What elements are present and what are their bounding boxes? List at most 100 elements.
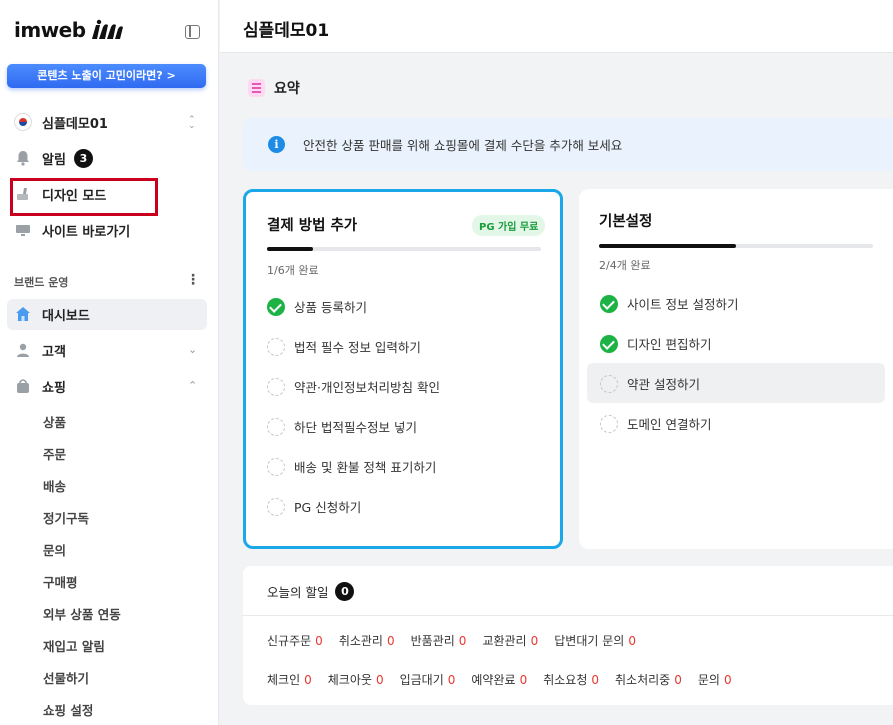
todo-pending-inquiries[interactable]: 답변대기 문의 0 [554, 632, 636, 649]
sidebar-sub-restock-alert[interactable]: 재입고 알림 [43, 636, 105, 655]
todo-divider [243, 615, 893, 616]
site-selector[interactable]: 심플데모01 [14, 110, 108, 134]
check-pending-icon [267, 337, 285, 356]
todo-inquiry[interactable]: 문의 0 [698, 671, 732, 688]
summary-title: 요약 [274, 81, 300, 97]
updown-chevron-icon[interactable]: ⌃ ⌄ [188, 116, 196, 131]
task-label: 하단 법적필수정보 넣기 [294, 420, 417, 435]
logo-mark-icon [91, 19, 123, 39]
task-item[interactable]: 하단 법적필수정보 넣기 [267, 417, 417, 436]
todo-cancel-processing[interactable]: 취소처리중 0 [615, 671, 682, 688]
payment-notice[interactable]: i 안전한 상품 판매를 위해 쇼핑몰에 결제 수단을 추가해 보세요 [243, 118, 893, 171]
payment-progress-bar [267, 247, 541, 251]
todo-check-out[interactable]: 체크아웃 0 [328, 671, 384, 688]
section-label-brand: 브랜드 운영 [14, 276, 69, 289]
sidebar-sub-products[interactable]: 상품 [43, 412, 66, 431]
check-done-icon [267, 297, 285, 316]
check-done-icon [600, 334, 618, 353]
todo-check-in[interactable]: 체크인 0 [267, 671, 312, 688]
task-item[interactable]: 상품 등록하기 [267, 297, 367, 316]
sidebar-item-customers[interactable]: 고객 [14, 338, 66, 362]
todo-reservation-complete[interactable]: 예약완료 0 [471, 671, 527, 688]
chevron-down-icon[interactable]: ⌄ [188, 343, 197, 356]
payment-progress-fill [267, 247, 313, 251]
check-pending-icon [267, 377, 285, 396]
sidebar-item-shopping[interactable]: 쇼핑 [14, 374, 66, 398]
sidebar-sub-shopping-settings[interactable]: 쇼핑 설정 [43, 700, 93, 719]
pg-free-badge[interactable]: PG 가입 무료 [472, 215, 546, 236]
task-item[interactable]: 도메인 연결하기 [600, 414, 711, 433]
sidebar-item-visit-site[interactable]: 사이트 바로가기 [14, 218, 130, 242]
logo-text: imweb [14, 18, 86, 42]
check-pending-icon [600, 374, 618, 393]
task-item[interactable]: 디자인 편집하기 [600, 334, 711, 353]
task-item[interactable]: 약관·개인정보처리방침 확인 [267, 377, 440, 396]
summary-heading: 요약 [248, 78, 300, 98]
check-pending-icon [267, 457, 285, 476]
check-pending-icon [267, 417, 285, 436]
sidebar-sub-inquiries[interactable]: 문의 [43, 540, 66, 559]
alerts-count-badge: 3 [73, 148, 93, 168]
sidebar-sub-external-sync[interactable]: 외부 상품 연동 [43, 604, 121, 623]
more-vertical-icon[interactable]: ⋮ [186, 272, 200, 288]
alerts-label: 알림 [42, 152, 66, 168]
todo-new-orders[interactable]: 신규주문 0 [267, 632, 323, 649]
todo-title-label: 오늘의 할일 [267, 585, 329, 600]
todo-cancel-manage[interactable]: 취소관리 0 [339, 632, 395, 649]
todo-title: 오늘의 할일 0 [267, 582, 355, 601]
task-item[interactable]: PG 신청하기 [267, 497, 361, 516]
todo-count-badge: 0 [335, 582, 355, 601]
sidebar-sub-orders[interactable]: 주문 [43, 444, 66, 463]
todo-return-manage[interactable]: 반품관리 0 [411, 632, 467, 649]
page-title: 심플데모01 [243, 21, 330, 41]
todo-awaiting-deposit[interactable]: 입금대기 0 [400, 671, 456, 688]
site-selector-label: 심플데모01 [42, 116, 108, 132]
todo-cancel-request[interactable]: 취소요청 0 [543, 671, 599, 688]
monitor-icon [14, 221, 32, 239]
task-item[interactable]: 배송 및 환불 정책 표기하기 [267, 457, 436, 476]
info-icon: i [268, 136, 285, 153]
home-icon [14, 305, 32, 323]
sidebar-sub-subscription[interactable]: 정기구독 [43, 508, 89, 527]
person-icon [14, 341, 32, 359]
sidebar-sub-reviews[interactable]: 구매평 [43, 572, 78, 591]
sidebar-item-alerts[interactable]: 알림 3 [14, 146, 93, 170]
top-bar: 심플데모01 [220, 0, 893, 53]
sidebar-sub-shipping[interactable]: 배송 [43, 476, 66, 495]
shopping-label: 쇼핑 [42, 380, 66, 396]
sidebar-collapse-icon[interactable] [185, 25, 200, 39]
task-label: 사이트 정보 설정하기 [627, 297, 739, 312]
dashboard-label: 대시보드 [42, 308, 90, 324]
todo-exchange-manage[interactable]: 교환관리 0 [482, 632, 538, 649]
basic-progress-text: 2/4개 완료 [599, 259, 651, 272]
check-done-icon [600, 294, 618, 313]
todo-row-orders: 신규주문 0 취소관리 0 반품관리 0 교환관리 0 답변대기 문의 0 [267, 632, 652, 649]
check-pending-icon [267, 497, 285, 516]
design-mode-highlight [10, 178, 158, 216]
basic-progress-fill [599, 244, 736, 248]
sidebar-item-dashboard[interactable]: 대시보드 [14, 302, 90, 326]
shopping-bag-icon [14, 377, 32, 395]
payment-card-title: 결제 방법 추가 [267, 218, 358, 234]
payment-progress-text: 1/6개 완료 [267, 264, 319, 277]
task-label: 상품 등록하기 [294, 300, 367, 315]
list-icon [248, 79, 265, 97]
payment-setup-card[interactable]: 결제 방법 추가 PG 가입 무료 1/6개 완료 상품 등록하기 법적 필수 … [243, 189, 563, 549]
task-label: 디자인 편집하기 [627, 337, 712, 352]
todo-row-reservations: 체크인 0 체크아웃 0 입금대기 0 예약완료 0 취소요청 0 취소처리중 0 문의 0 [267, 671, 748, 688]
promo-banner[interactable]: 콘텐츠 노출이 고민이라면? > [7, 64, 206, 88]
imweb-logo[interactable]: imweb [14, 18, 124, 42]
task-label: 도메인 연결하기 [627, 417, 712, 432]
check-pending-icon [600, 414, 618, 433]
task-item[interactable]: 사이트 정보 설정하기 [600, 294, 738, 313]
chevron-up-icon[interactable]: ⌃ [188, 379, 197, 392]
customers-label: 고객 [42, 344, 66, 360]
notice-text: 안전한 상품 판매를 위해 쇼핑몰에 결제 수단을 추가해 보세요 [303, 138, 623, 153]
bell-icon [14, 149, 32, 167]
task-item[interactable]: 약관 설정하기 [600, 374, 700, 393]
task-label: 약관 설정하기 [627, 377, 700, 392]
task-label: 약관·개인정보처리방침 확인 [294, 380, 440, 395]
todo-card: 오늘의 할일 0 신규주문 0 취소관리 0 반품관리 0 교환관리 0 답변대기 문의… [243, 566, 893, 705]
sidebar-sub-gifting[interactable]: 선물하기 [43, 668, 89, 687]
task-item[interactable]: 법적 필수 정보 입력하기 [267, 337, 421, 356]
